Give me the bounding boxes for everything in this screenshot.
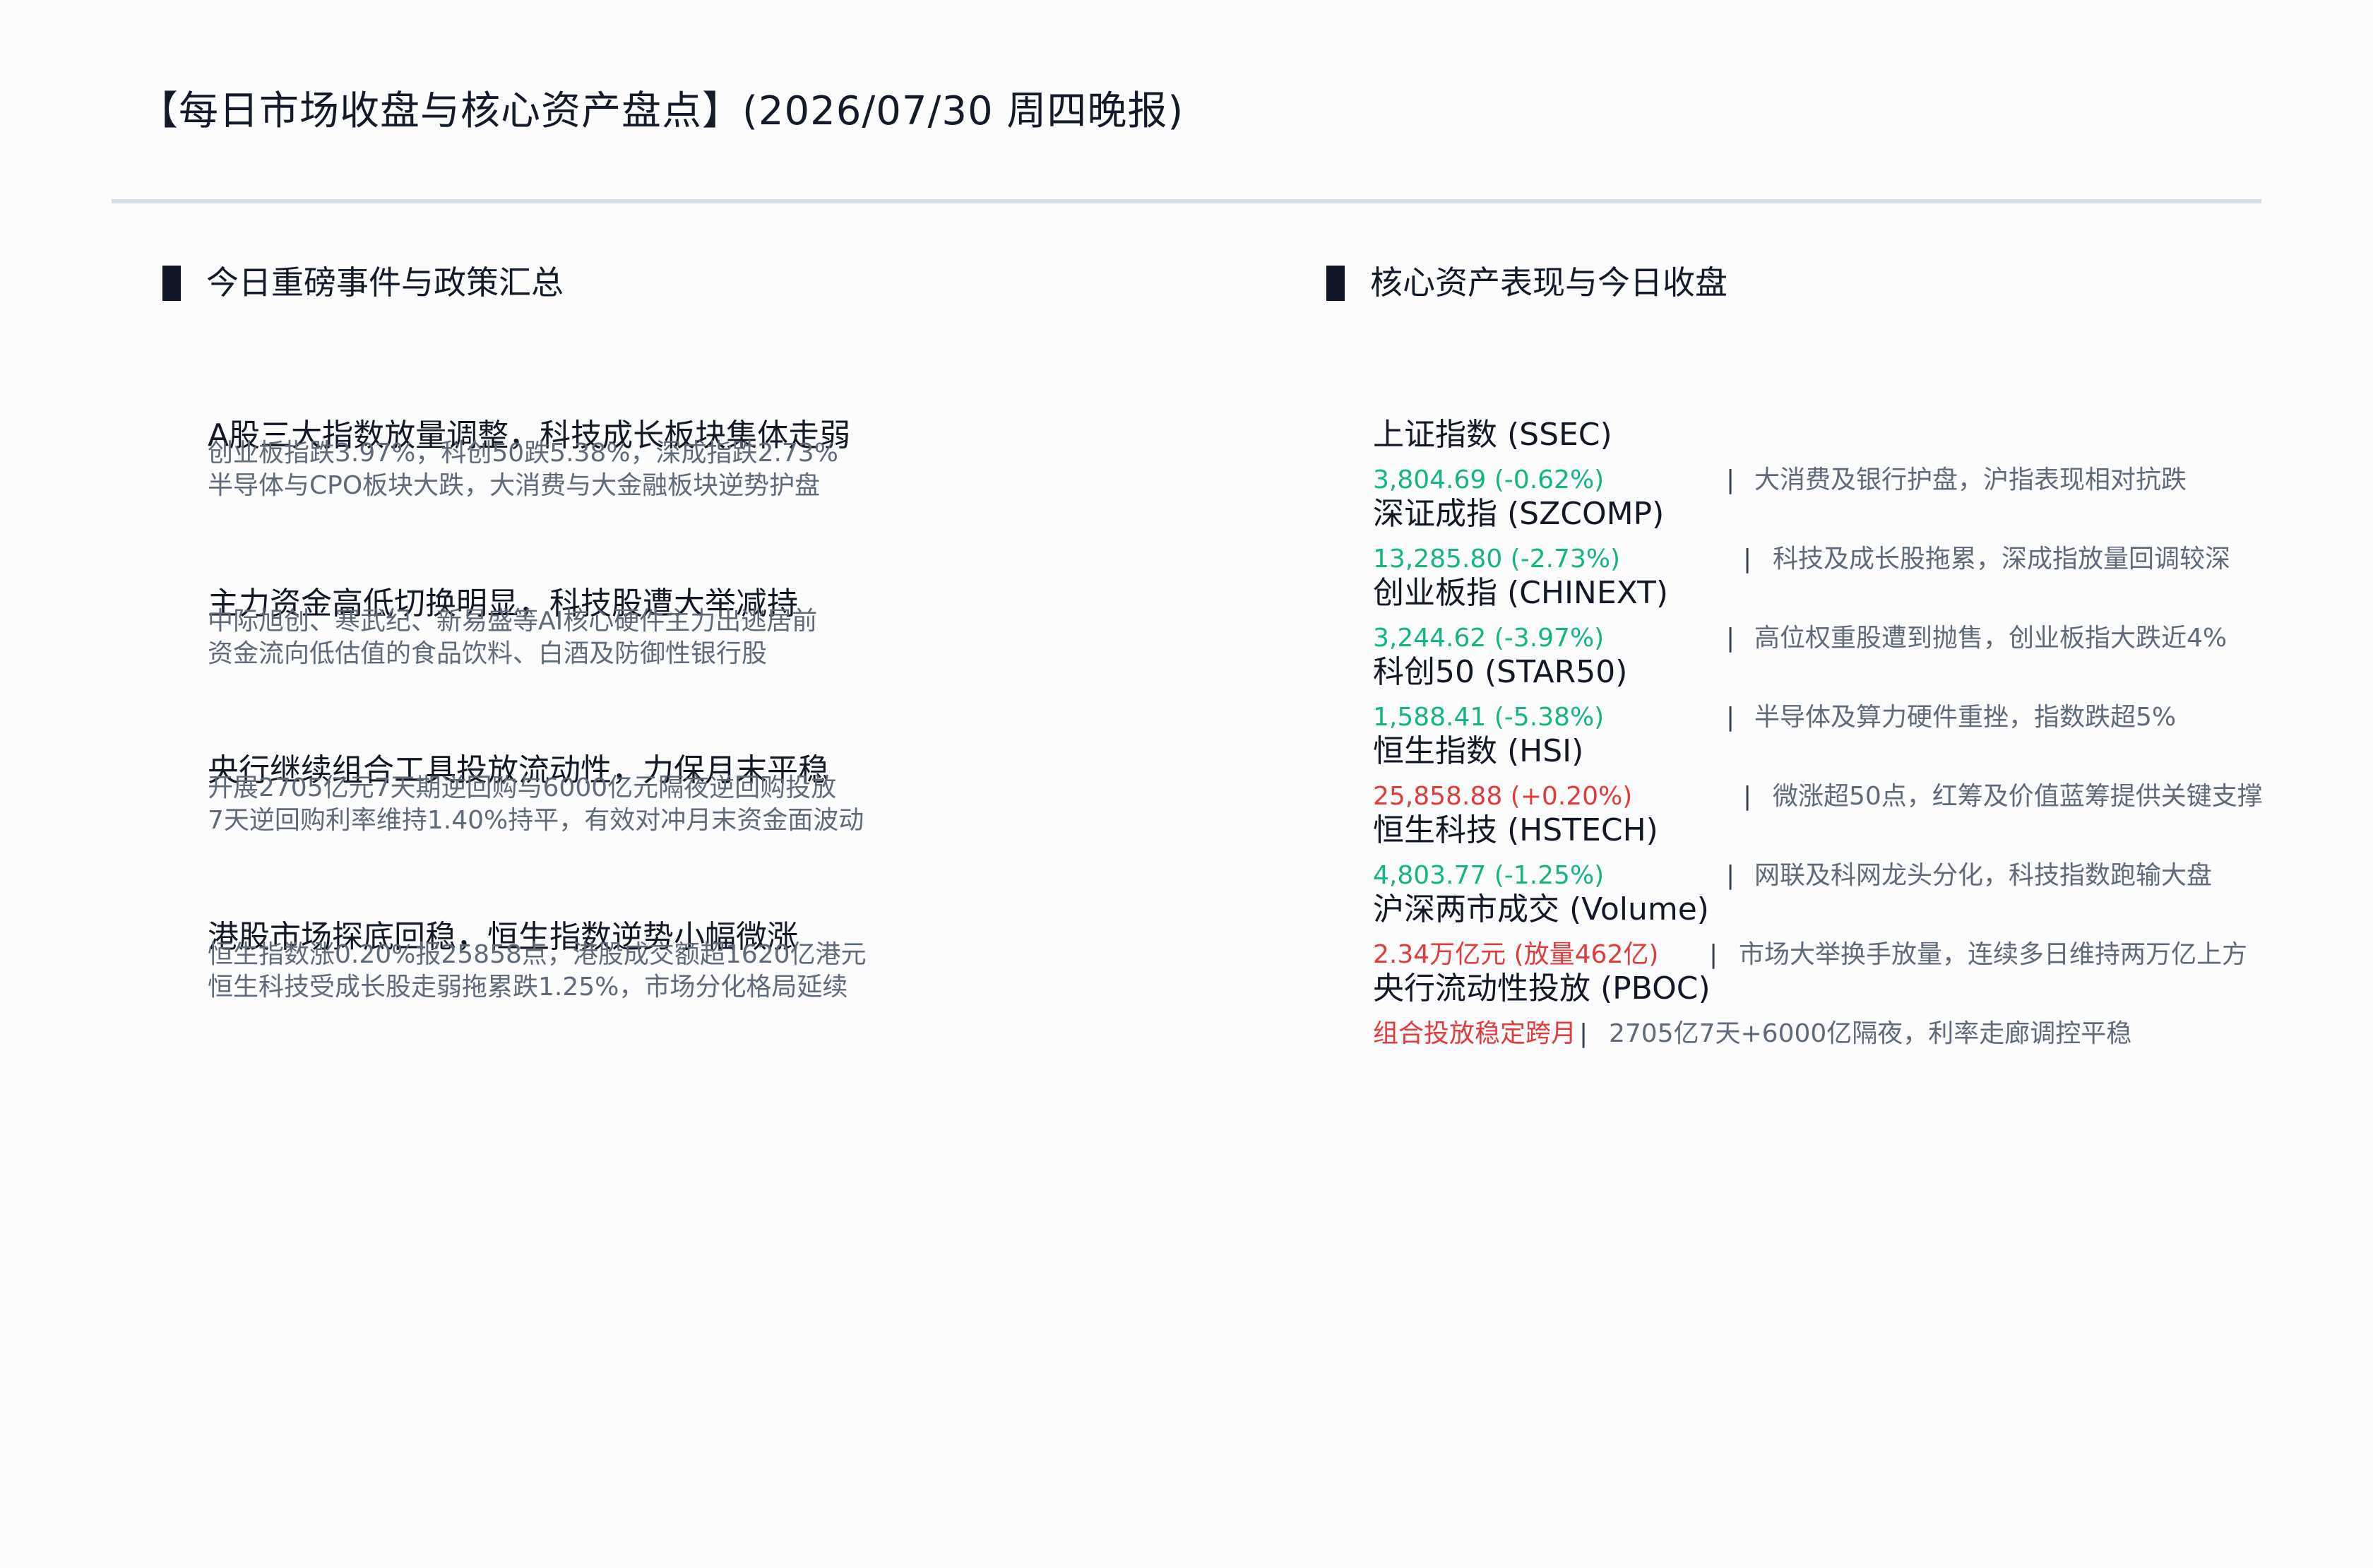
- asset-note: 高位权重股遭到抛售，创业板指大跌近4%: [1754, 624, 2228, 653]
- asset-separator: |: [1743, 545, 1752, 574]
- event-detail-line-1: 开展2705亿元7天期逆回购与6000亿元隔夜逆回购投放: [208, 773, 837, 802]
- asset-value: 组合投放稳定跨月: [1373, 1019, 1577, 1048]
- asset-separator: |: [1579, 1019, 1588, 1048]
- asset-note: 半导体及算力硬件重挫，指数跌超5%: [1754, 703, 2177, 732]
- asset-note: 网联及科网龙头分化，科技指数跑输大盘: [1754, 861, 2213, 890]
- asset-separator: |: [1709, 940, 1718, 969]
- asset-separator: |: [1726, 703, 1735, 732]
- asset-value: 2.34万亿元 (放量462亿): [1373, 940, 1659, 969]
- asset-note: 市场大举换手放量，连续多日维持两万亿上方: [1739, 940, 2248, 969]
- asset-name: 创业板指 (CHINEXT): [1373, 575, 1669, 611]
- event-detail-line-2: 恒生科技受成长股走弱拖累跌1.25%，市场分化格局延续: [208, 973, 848, 1002]
- asset-value: 3,804.69 (-0.62%): [1373, 465, 1605, 494]
- asset-name: 沪深两市成交 (Volume): [1373, 891, 1709, 927]
- asset-name: 深证成指 (SZCOMP): [1373, 496, 1665, 532]
- asset-name: 央行流动性投放 (PBOC): [1373, 970, 1711, 1006]
- event-detail-line-2: 7天逆回购利率维持1.40%持平，有效对冲月末资金面波动: [208, 806, 864, 835]
- assets-heading-text: 核心资产表现与今日收盘: [1370, 263, 1727, 302]
- asset-name: 恒生指数 (HSI): [1373, 733, 1584, 769]
- page-title: 【每日市场收盘与核心资产盘点】(2026/07/30 周四晚报): [138, 88, 1184, 134]
- asset-separator: |: [1726, 861, 1735, 890]
- asset-separator: |: [1726, 624, 1735, 653]
- section-marker: [162, 266, 181, 301]
- asset-note: 2705亿7天+6000亿隔夜，利率走廊调控平稳: [1609, 1019, 2132, 1048]
- asset-value: 25,858.88 (+0.20%): [1373, 782, 1633, 811]
- asset-note: 微涨超50点，红筹及价值蓝筹提供关键支撑: [1773, 782, 2263, 811]
- asset-name: 科创50 (STAR50): [1373, 654, 1628, 690]
- asset-name: 恒生科技 (HSTECH): [1373, 812, 1658, 848]
- event-detail-line-2: 资金流向低估值的食品饮料、白酒及防御性银行股: [208, 639, 768, 668]
- event-detail-line-2: 半导体与CPO板块大跌，大消费与大金融板块逆势护盘: [208, 471, 821, 500]
- title-divider: [112, 199, 2261, 203]
- asset-value: 1,588.41 (-5.38%): [1373, 703, 1605, 732]
- asset-value: 13,285.80 (-2.73%): [1373, 545, 1621, 574]
- section-marker: [1326, 266, 1345, 301]
- asset-separator: |: [1743, 782, 1752, 811]
- asset-value: 3,244.62 (-3.97%): [1373, 624, 1605, 653]
- asset-value: 4,803.77 (-1.25%): [1373, 861, 1605, 890]
- event-detail-line-1: 恒生指数涨0.20%报25858点，港股成交额超1620亿港元: [208, 940, 867, 969]
- asset-separator: |: [1726, 465, 1735, 494]
- events-heading-text: 今日重磅事件与政策汇总: [206, 263, 564, 302]
- event-detail-line-1: 创业板指跌3.97%，科创50跌5.38%，深成指跌2.73%: [208, 439, 838, 468]
- event-detail-line-1: 中际旭创、寒武纪、新易盛等AI核心硬件主力出逃居前: [208, 607, 818, 636]
- asset-note: 科技及成长股拖累，深成指放量回调较深: [1773, 545, 2231, 574]
- asset-name: 上证指数 (SSEC): [1373, 417, 1612, 453]
- asset-note: 大消费及银行护盘，沪指表现相对抗跌: [1754, 465, 2187, 494]
